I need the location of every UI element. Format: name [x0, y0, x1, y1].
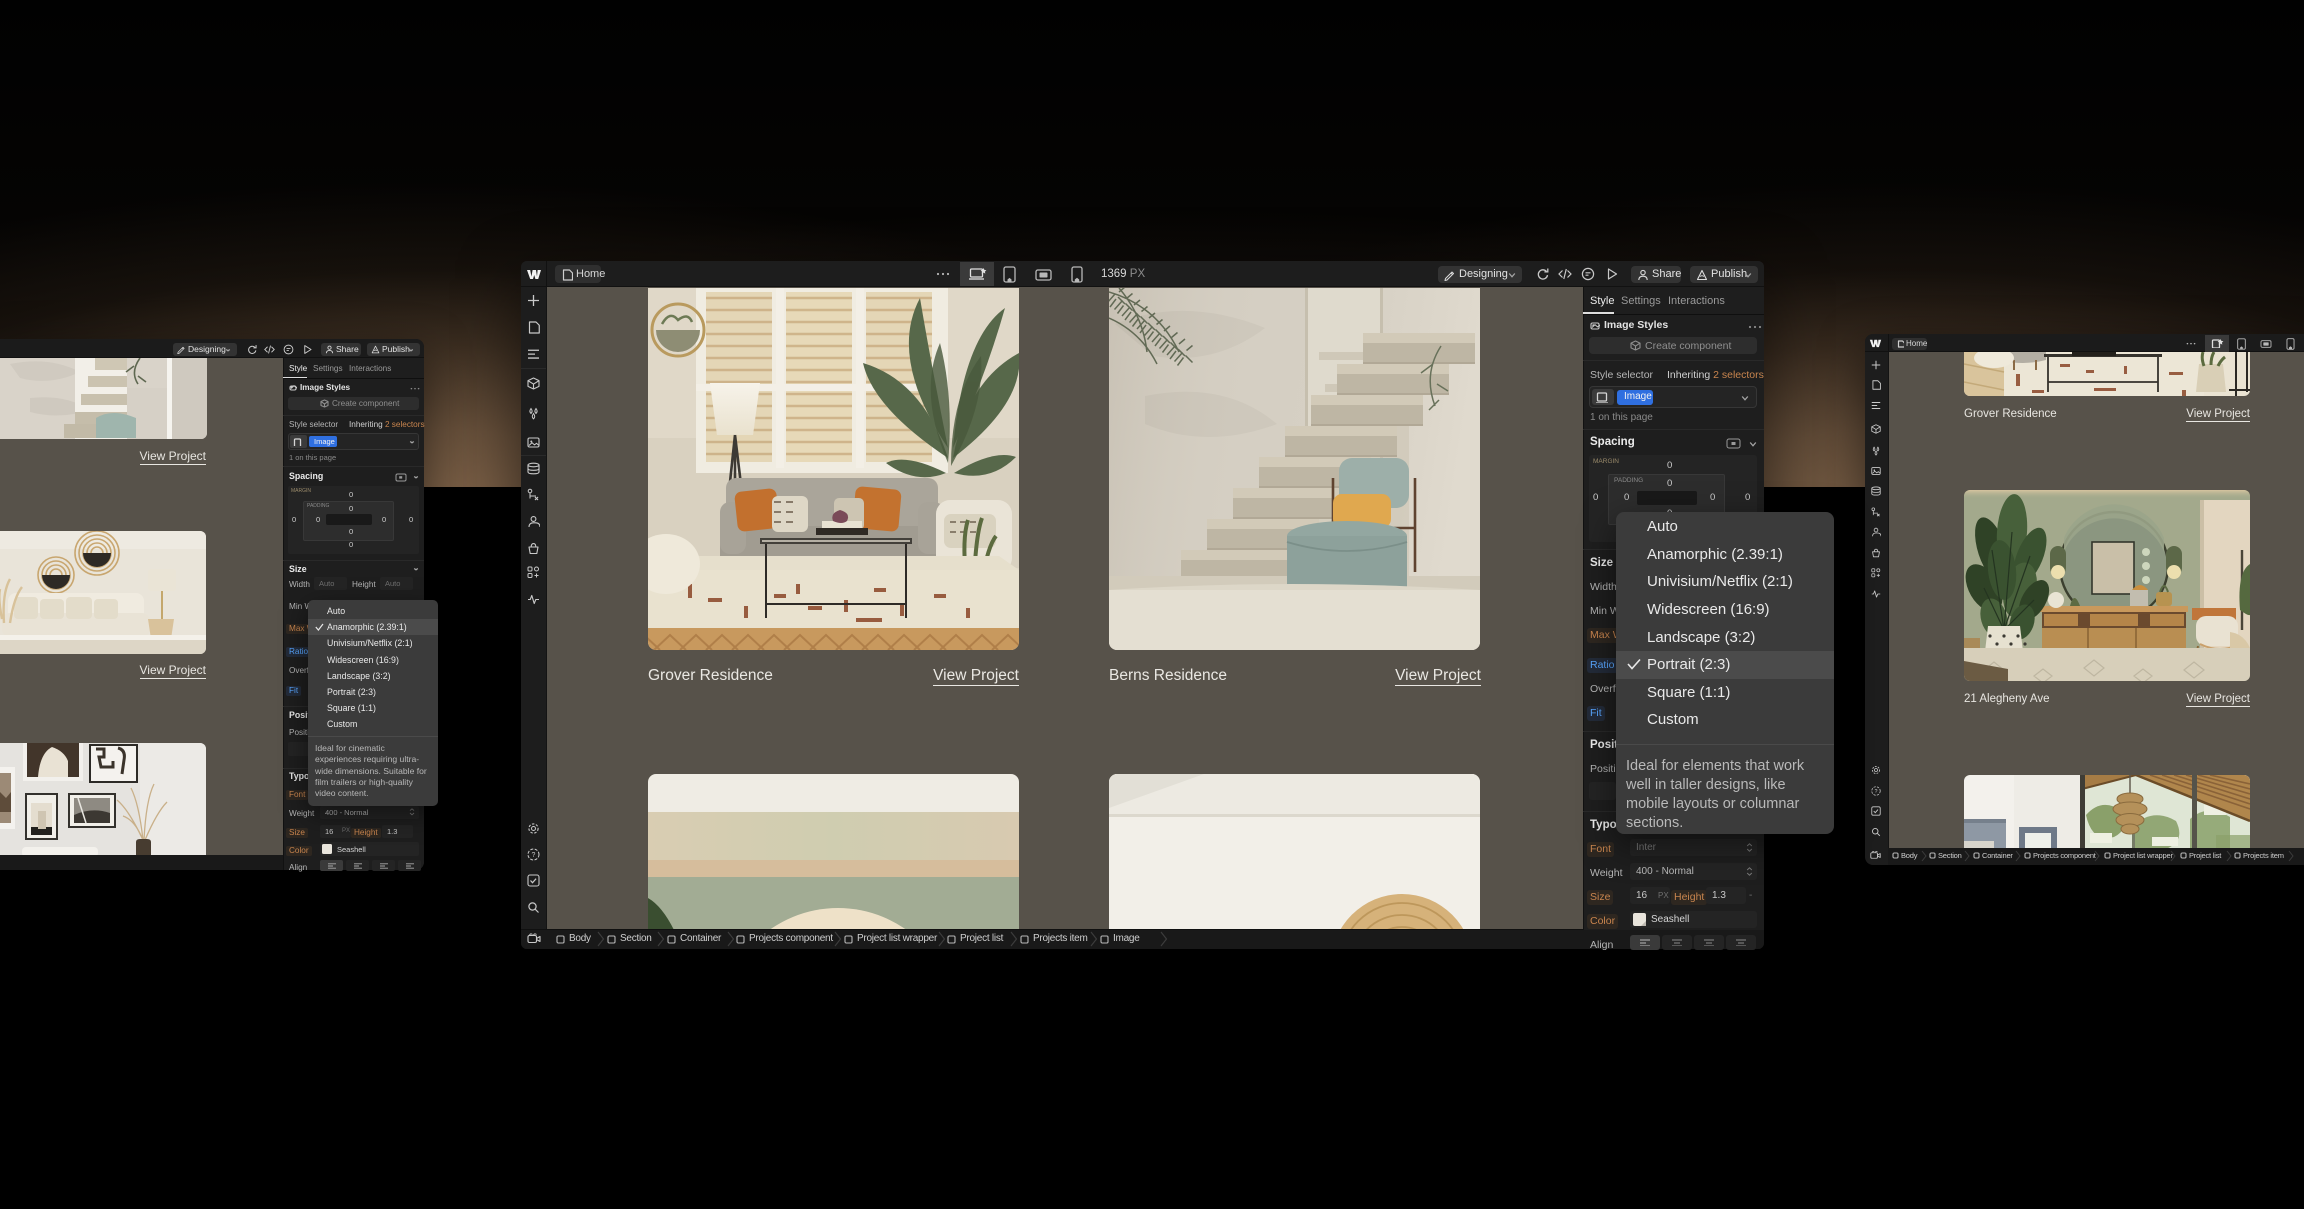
- svg-text:?: ?: [532, 852, 536, 859]
- svg-text:?: ?: [1875, 789, 1878, 795]
